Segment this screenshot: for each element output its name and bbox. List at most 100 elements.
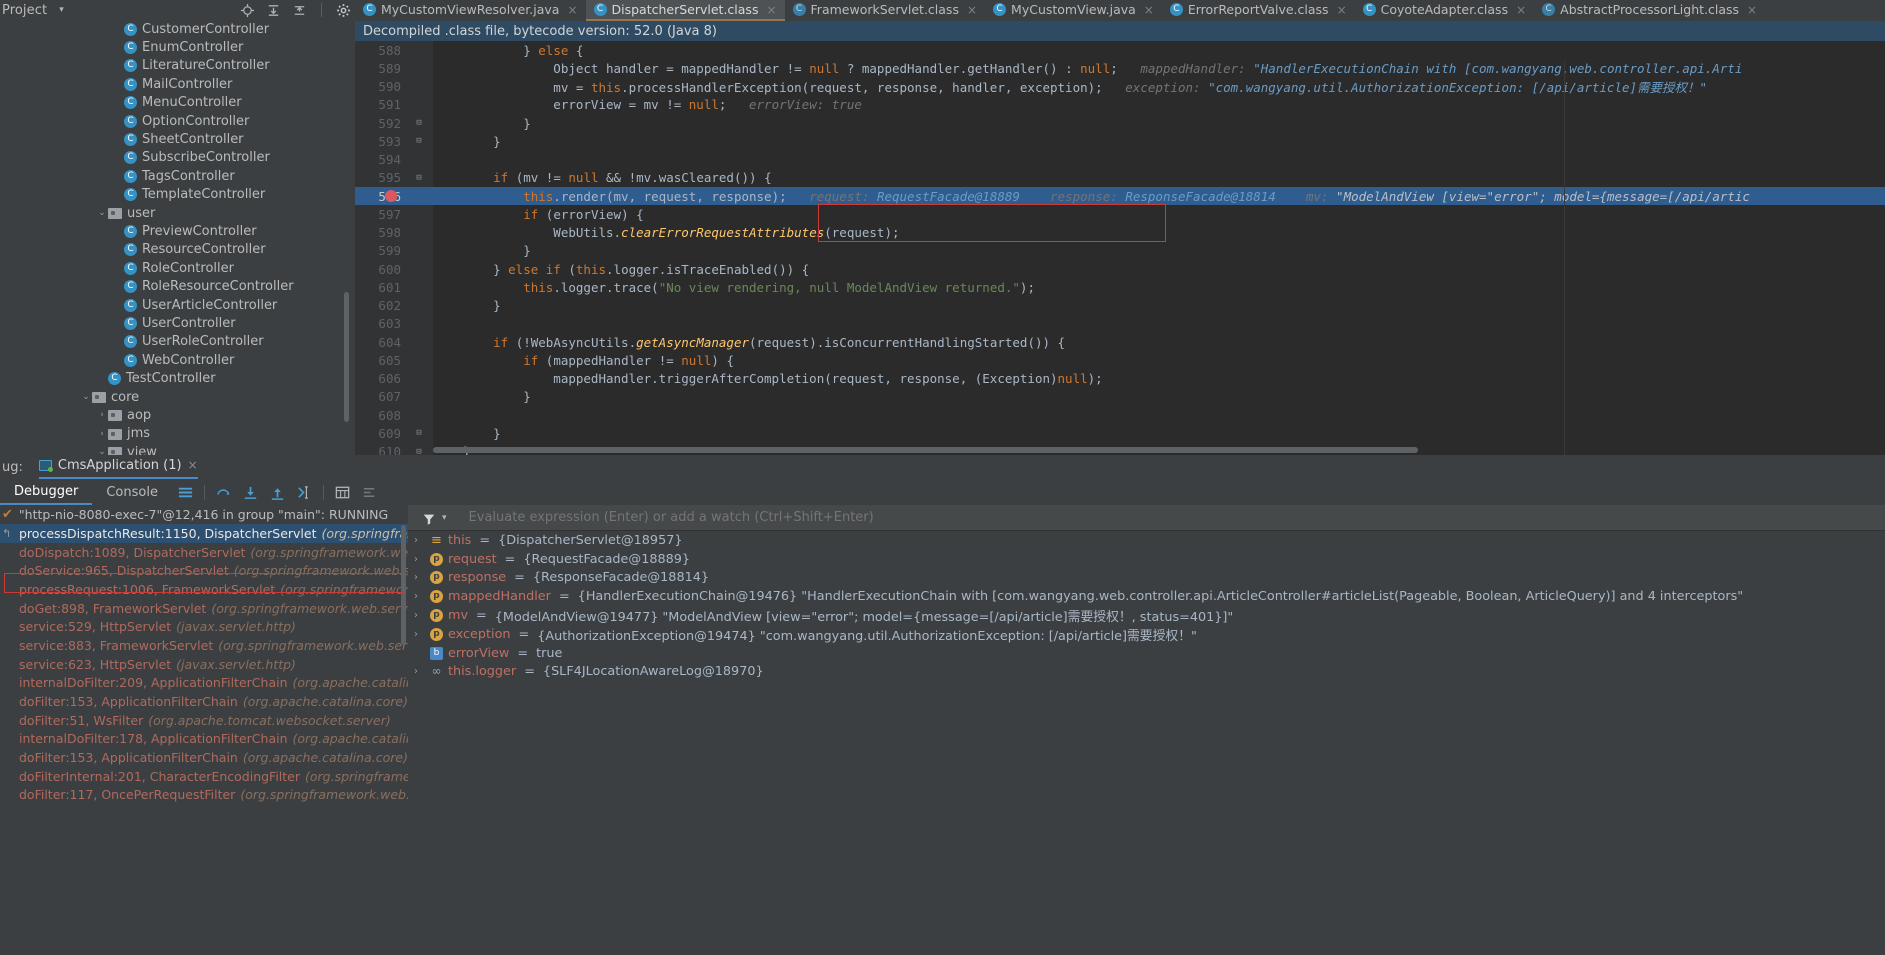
close-icon[interactable]: ×	[567, 3, 577, 17]
project-tree-item[interactable]: C ResourceController	[0, 241, 355, 259]
variable-row[interactable]: › p mappedHandler = {HandlerExecutionChain@1…	[408, 587, 1885, 606]
chevron-right-icon[interactable]: ›	[414, 629, 425, 640]
code-line[interactable]: 604 if (!WebAsyncUtils.getAsyncManager(r…	[355, 333, 1885, 352]
stack-frame-row[interactable]: doFilterInternal:201, CharacterEncodingF…	[0, 767, 408, 786]
variable-row[interactable]: › p mv = {ModelAndView@19477} "ModelAndView …	[408, 606, 1885, 625]
stack-frame-row[interactable]: processRequest:1006, FrameworkServlet (or…	[0, 580, 408, 599]
chevron-right-icon[interactable]: ›	[414, 572, 425, 583]
project-tree-item[interactable]: C LiteratureController	[0, 57, 355, 75]
thread-status-row[interactable]: ✔ "http-nio-8080-exec-7"@12,416 in group…	[0, 505, 408, 524]
filter-icon[interactable]	[422, 511, 436, 525]
code-line[interactable]: 598 WebUtils.clearErrorRequestAttributes…	[355, 223, 1885, 242]
locate-icon[interactable]	[240, 3, 255, 18]
chevron-down-icon[interactable]: ▾	[442, 513, 447, 523]
code-line[interactable]: 593 ⊟ }	[355, 132, 1885, 151]
evaluate-expression-icon[interactable]	[334, 484, 351, 501]
variables-list[interactable]: › ≡ this = {DispatcherServlet@18957} › p reques…	[408, 531, 1885, 681]
variable-row[interactable]: › ∞ this.logger = {SLF4JLocationAwareLog@189…	[408, 663, 1885, 682]
tree-twisty-icon[interactable]: ›	[96, 429, 108, 439]
step-over-icon[interactable]	[215, 484, 232, 501]
close-icon[interactable]: ×	[1337, 3, 1347, 17]
settings-gear-icon[interactable]	[336, 3, 351, 18]
stack-frame-row[interactable]: doFilter:117, OncePerRequestFilter (org.s…	[0, 786, 408, 805]
code-line[interactable]: 601 this.logger.trace("No view rendering…	[355, 278, 1885, 297]
stack-frame-row[interactable]: service:883, FrameworkServlet (org.spring…	[0, 636, 408, 655]
project-tree-item[interactable]: C UserArticleController	[0, 296, 355, 314]
chevron-right-icon[interactable]: ›	[414, 535, 425, 546]
code-line[interactable]: 603	[355, 314, 1885, 333]
code-line[interactable]: 591 errorView = mv != null; errorView: t…	[355, 95, 1885, 114]
stack-frame-row[interactable]: internalDoFilter:178, ApplicationFilterC…	[0, 730, 408, 749]
chevron-right-icon[interactable]: ›	[414, 554, 425, 565]
project-tree-item[interactable]: C CustomerController	[0, 20, 355, 38]
run-to-cursor-icon[interactable]	[296, 484, 313, 501]
code-line[interactable]: 599 }	[355, 241, 1885, 260]
project-tree-item[interactable]: › jms	[0, 425, 355, 443]
code-line[interactable]: 592 ⊟ }	[355, 114, 1885, 133]
editor-horizontal-scrollbar[interactable]	[433, 447, 1418, 453]
tree-twisty-icon[interactable]: ›	[96, 410, 108, 420]
close-icon[interactable]: ×	[766, 3, 776, 17]
editor-tab[interactable]: C MyCustomView.java ×	[985, 0, 1162, 21]
variable-row[interactable]: b errorView = true	[408, 644, 1885, 663]
mute-breakpoints-icon[interactable]	[361, 484, 378, 501]
project-tree-item[interactable]: C UserController	[0, 314, 355, 332]
project-tree-item[interactable]: C TemplateController	[0, 186, 355, 204]
variable-row[interactable]: › p request = {RequestFacade@18889}	[408, 550, 1885, 569]
project-tree-scrollbar[interactable]	[344, 292, 349, 422]
code-line[interactable]: 589 Object handler = mappedHandler != nu…	[355, 59, 1885, 78]
code-line[interactable]: 595 ⊟ if (mv != null && !mv.wasCleared())…	[355, 168, 1885, 187]
stack-frame-row[interactable]: doFilter:51, WsFilter (org.apache.tomcat.…	[0, 711, 408, 730]
code-line[interactable]: 602 }	[355, 296, 1885, 315]
close-icon[interactable]: ×	[1144, 3, 1154, 17]
stack-frame-row[interactable]: doDispatch:1089, DispatcherServlet (org.s…	[0, 543, 408, 562]
stack-frame-row[interactable]: ↰ processDispatchResult:1150, DispatcherS…	[0, 524, 408, 543]
project-tree-item[interactable]: C RoleResourceController	[0, 277, 355, 295]
project-tree-panel[interactable]: C CustomerController C EnumController C Liter…	[0, 20, 355, 455]
project-tree-item[interactable]: C OptionController	[0, 112, 355, 130]
editor-tab[interactable]: C MyCustomViewResolver.java ×	[355, 0, 586, 21]
variable-row[interactable]: › p response = {ResponseFacade@18814}	[408, 569, 1885, 588]
project-tree-item[interactable]: C PreviewController	[0, 222, 355, 240]
editor-tab[interactable]: C CoyoteAdapter.class ×	[1355, 0, 1535, 21]
project-tree-item[interactable]: ⌄ core	[0, 388, 355, 406]
step-out-icon[interactable]	[269, 484, 286, 501]
editor-tab[interactable]: C DispatcherServlet.class ×	[585, 0, 785, 21]
stack-frame-row[interactable]: doFilter:153, ApplicationFilterChain (org…	[0, 692, 408, 711]
stack-frame-row[interactable]: service:529, HttpServlet (javax.servlet.h…	[0, 617, 408, 636]
code-lines-area[interactable]: 588 } else {589 Object handler = mappedH…	[355, 41, 1885, 455]
code-line[interactable]: 606 mappedHandler.triggerAfterCompletion…	[355, 369, 1885, 388]
code-line[interactable]: 600 } else if (this.logger.isTraceEnable…	[355, 260, 1885, 279]
tab-debugger[interactable]: Debugger	[0, 479, 93, 505]
frames-scrollbar[interactable]	[401, 525, 406, 645]
code-editor[interactable]: Decompiled .class file, bytecode version…	[355, 21, 1885, 455]
project-tree-item[interactable]: C UserRoleController	[0, 333, 355, 351]
tree-twisty-icon[interactable]: ⌄	[80, 392, 92, 402]
variable-row[interactable]: › ≡ this = {DispatcherServlet@18957}	[408, 531, 1885, 550]
project-tree-item[interactable]: C TagsController	[0, 167, 355, 185]
project-tree-item[interactable]: C EnumController	[0, 38, 355, 56]
tree-twisty-icon[interactable]: ⌄	[96, 208, 108, 218]
stack-frame-row[interactable]: service:623, HttpServlet (javax.servlet.h…	[0, 655, 408, 674]
stack-frame-row[interactable]: doGet:898, FrameworkServlet (org.springfr…	[0, 599, 408, 618]
code-line[interactable]: 588 } else {	[355, 41, 1885, 60]
project-tree-item[interactable]: C SubscribeController	[0, 149, 355, 167]
code-line[interactable]: 609 ⊟ }	[355, 424, 1885, 443]
project-tree-item[interactable]: C SheetController	[0, 130, 355, 148]
close-icon[interactable]: ×	[1747, 3, 1757, 17]
variable-row[interactable]: › p exception = {AuthorizationException@1947…	[408, 625, 1885, 644]
project-tree-item[interactable]: ⌄ view	[0, 443, 355, 455]
code-line[interactable]: 594	[355, 150, 1885, 169]
code-line[interactable]: 605 if (mappedHandler != null) {	[355, 351, 1885, 370]
project-tree-item[interactable]: › aop	[0, 406, 355, 424]
code-fold-icon[interactable]: ⊟	[405, 136, 433, 146]
stack-frame-row[interactable]: internalDoFilter:209, ApplicationFilterC…	[0, 674, 408, 693]
step-into-icon[interactable]	[242, 484, 259, 501]
chevron-right-icon[interactable]: ›	[414, 610, 425, 621]
evaluate-expression-input[interactable]	[460, 510, 1761, 525]
code-fold-icon[interactable]: ⊟	[405, 447, 433, 455]
close-icon[interactable]: ×	[967, 3, 977, 17]
code-line[interactable]: 597 if (errorView) {	[355, 205, 1885, 224]
editor-tab[interactable]: C AbstractProcessorLight.class ×	[1534, 0, 1765, 21]
collapse-all-icon[interactable]	[292, 3, 307, 18]
